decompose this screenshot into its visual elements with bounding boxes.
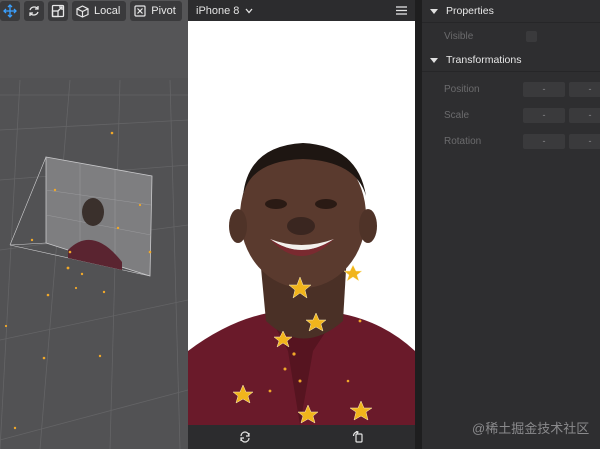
pivot-box-icon [134,5,146,17]
visible-label: Visible [444,30,474,42]
position-x-field[interactable]: - [523,81,565,97]
cube-icon [76,4,89,18]
position-row: Position - - [422,76,600,102]
hamburger-menu-icon[interactable] [396,6,407,15]
camera-preview [188,21,415,425]
rotation-row: Rotation - - [422,128,600,154]
scale-x-field[interactable]: - [523,107,565,123]
scale-y-field[interactable]: - [569,107,600,123]
scale-tool-button[interactable] [48,1,68,21]
watermark: @稀土掘金技术社区 [472,421,590,436]
scene-floor-grid [0,78,188,449]
pivot-button[interactable]: Pivot [130,1,182,21]
panel-divider[interactable] [415,0,422,449]
transformations-section-header[interactable]: Transformations [422,49,600,72]
device-selector[interactable]: iPhone 8 [196,5,253,17]
transform-toolbar: Local Pivot [0,0,182,22]
position-label: Position [444,83,480,95]
properties-section-header[interactable]: Properties [422,0,600,23]
chevron-down-icon [245,8,253,13]
position-y-field[interactable]: - [569,81,600,97]
rotate-icon [29,6,39,16]
device-footer [188,425,415,449]
local-label: Local [94,5,121,17]
local-space-button[interactable]: Local [72,1,127,21]
device-name: iPhone 8 [196,4,240,17]
scale-label: Scale [444,109,470,121]
caret-down-icon [430,57,438,63]
visible-checkbox[interactable] [526,30,537,42]
rotation-x-field[interactable]: - [523,133,565,149]
visible-row: Visible [422,23,600,49]
inspector-panel: Properties Visible Transformations Posit… [422,0,600,449]
rotate-tool-button[interactable] [24,1,44,21]
transformations-title: Transformations [446,54,522,66]
device-preview: iPhone 8 [188,0,415,449]
move-tool-button[interactable] [0,1,20,21]
properties-title: Properties [446,5,494,17]
scene-viewport[interactable]: Local Pivot [0,0,188,449]
rotation-y-field[interactable]: - [569,133,600,149]
caret-down-icon [430,8,438,14]
rotate-device-icon[interactable] [352,431,364,443]
restart-icon[interactable] [239,431,251,443]
pivot-label: Pivot [151,5,176,17]
scale-row: Scale - - [422,102,600,128]
scale-box-icon [51,4,65,18]
move-arrows-icon [3,4,17,18]
rotation-label: Rotation [444,135,482,147]
device-header: iPhone 8 [188,0,415,21]
face-photo [188,21,415,425]
